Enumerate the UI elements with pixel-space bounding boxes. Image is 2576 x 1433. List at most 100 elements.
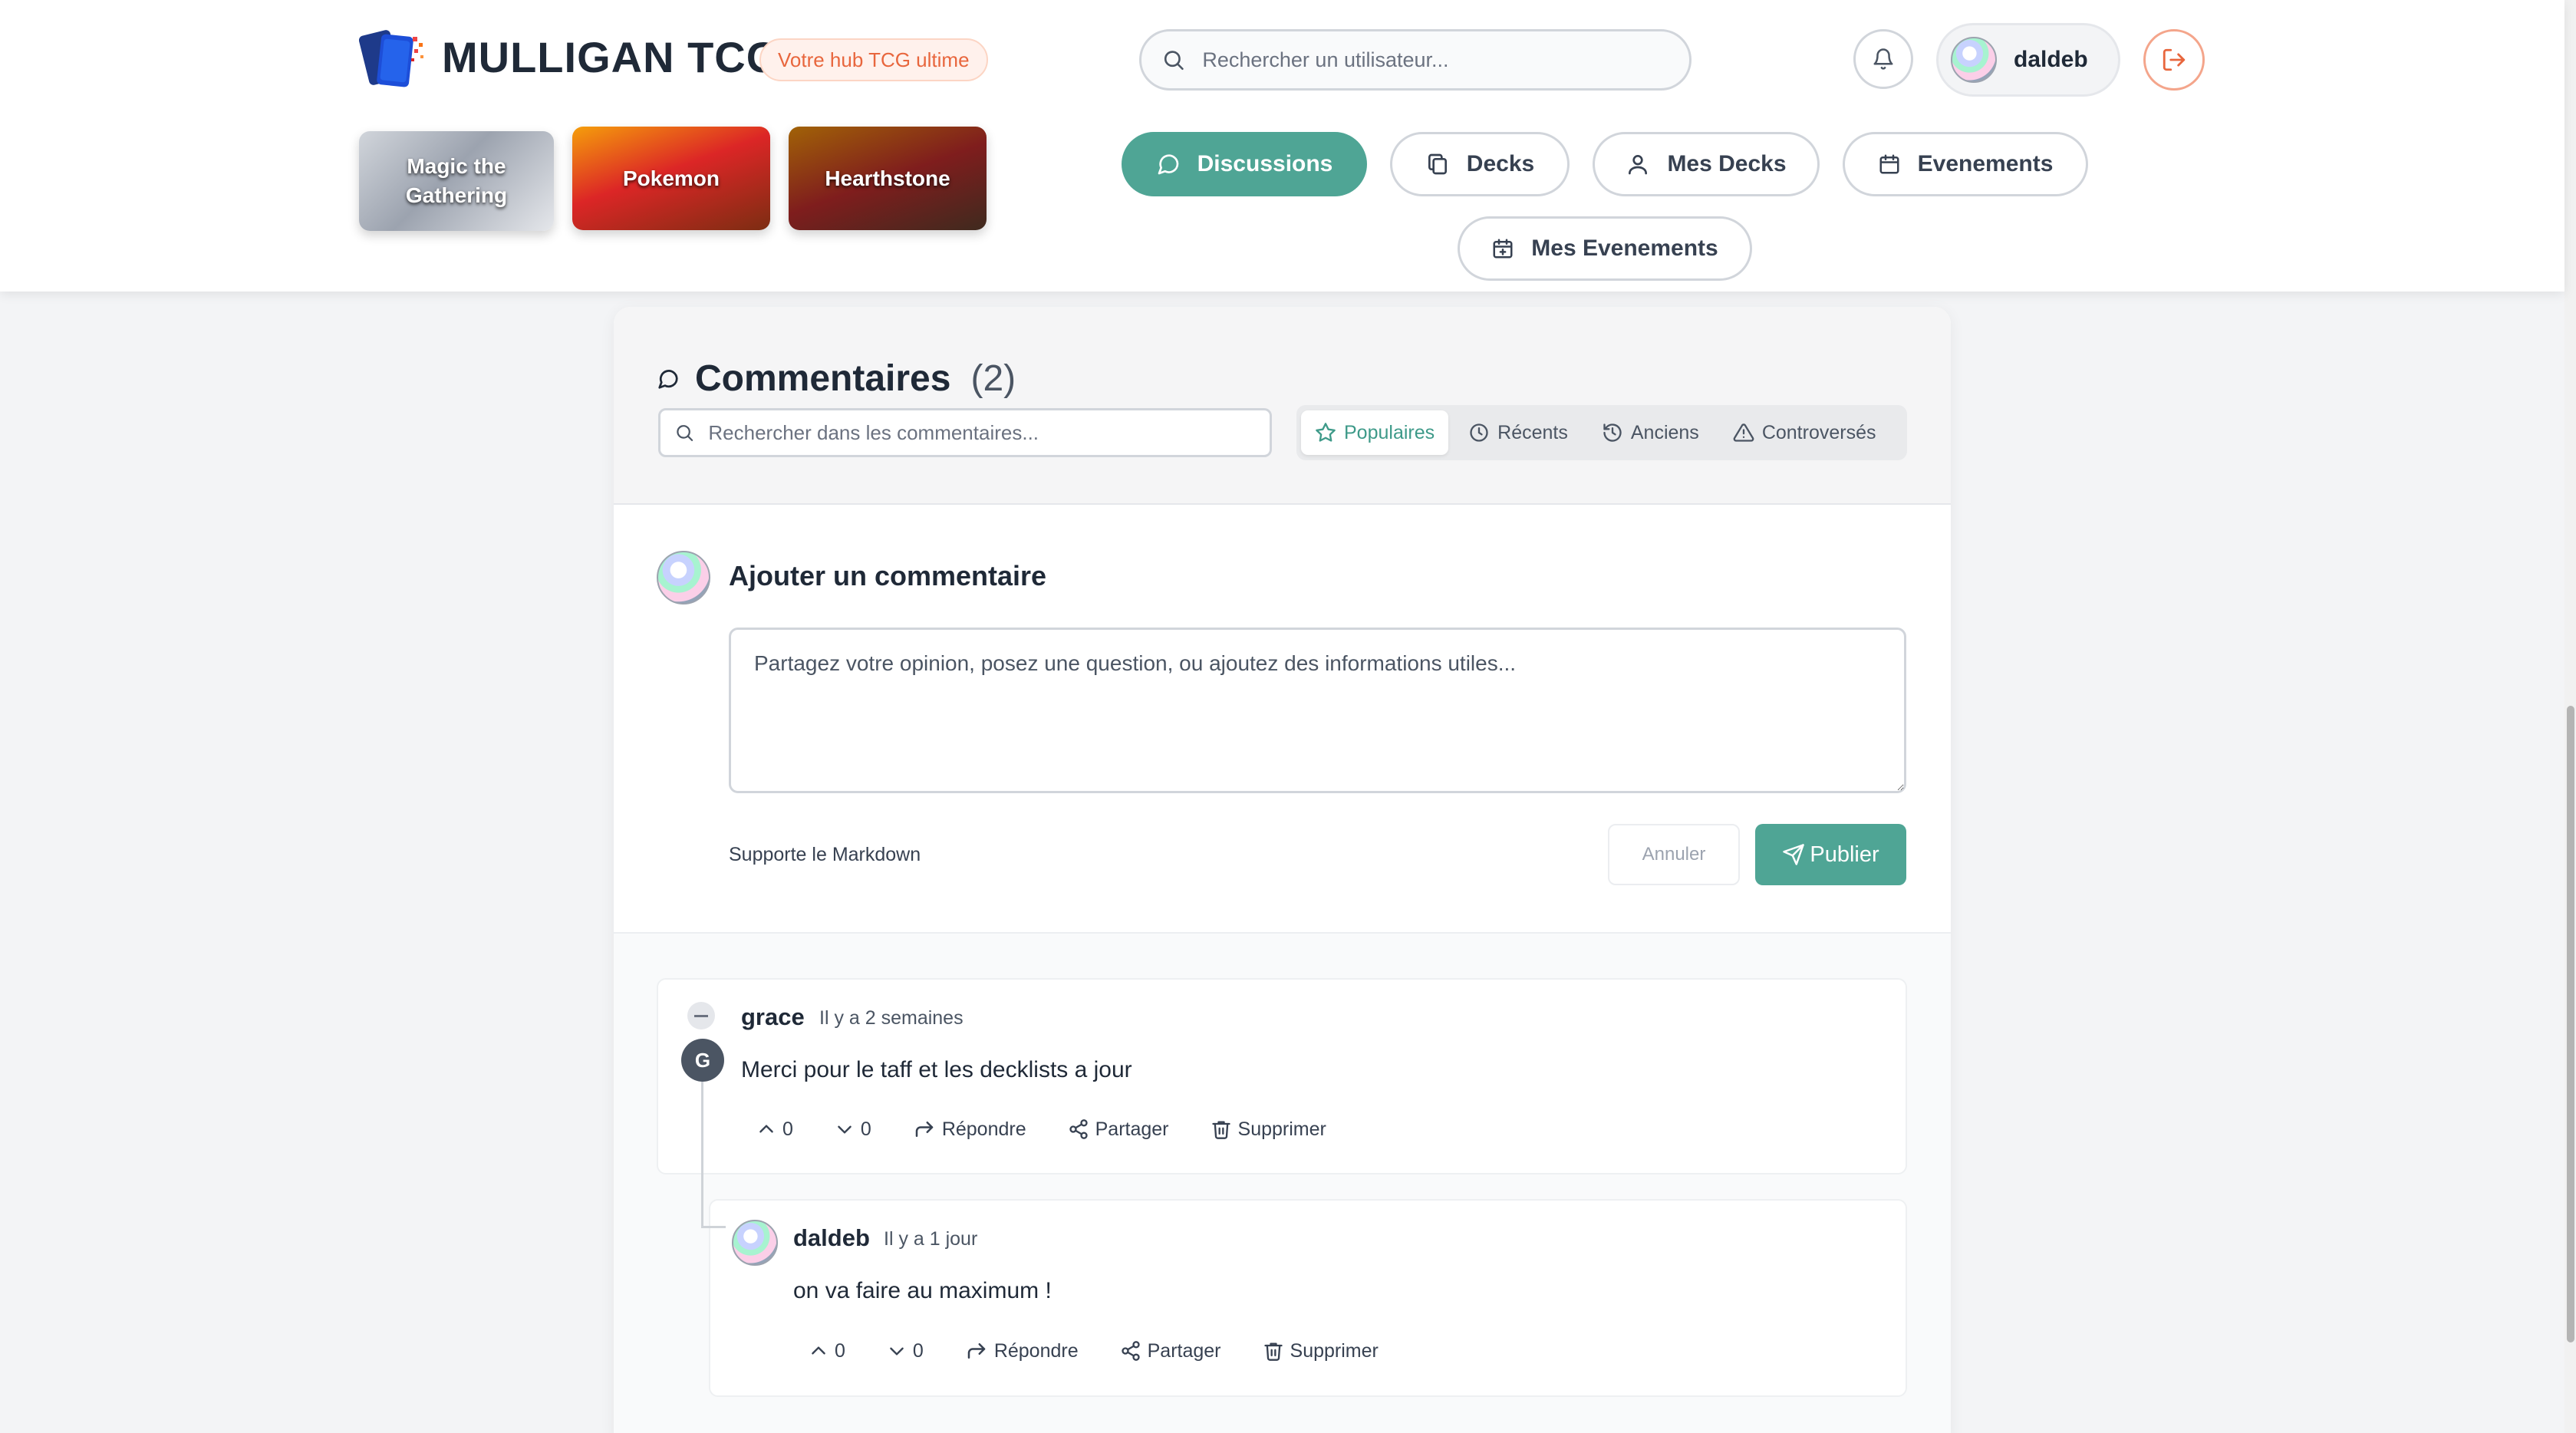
upvote-button[interactable]: 0 xyxy=(809,1340,845,1362)
logout-icon xyxy=(2163,48,2186,71)
user-menu-button[interactable]: daldeb xyxy=(1936,23,2120,97)
downvote-count: 0 xyxy=(912,1339,924,1362)
chevron-up-icon xyxy=(812,1346,825,1355)
comments-title-text: Commentaires xyxy=(695,358,951,399)
user-icon xyxy=(1629,155,1648,175)
logo-cards-icon[interactable] xyxy=(359,25,431,95)
sort-label: Récents xyxy=(1497,421,1568,443)
share-button[interactable]: Partager xyxy=(1120,1340,1221,1362)
delete-label: Supprimer xyxy=(1290,1339,1379,1362)
comment-search-bar[interactable] xyxy=(658,408,1272,457)
comment-author[interactable]: daldeb xyxy=(793,1224,870,1252)
nav-label: Decks xyxy=(1466,151,1535,176)
comments-header: Commentaires (2) Populaires Récents Anci… xyxy=(614,307,1951,505)
user-search-bar[interactable] xyxy=(1139,29,1692,91)
nav-label: Mes Decks xyxy=(1667,151,1787,176)
nav-discussions[interactable]: Discussions xyxy=(1122,132,1367,196)
warning-icon xyxy=(1733,423,1754,442)
share-button[interactable]: Partager xyxy=(1068,1118,1169,1141)
user-name: daldeb xyxy=(2014,47,2088,72)
share-icon xyxy=(1069,1119,1088,1139)
sort-anciens-button[interactable]: Anciens xyxy=(1588,410,1713,455)
comment-search-input[interactable] xyxy=(708,420,1270,445)
delete-button[interactable]: Supprimer xyxy=(1211,1118,1326,1141)
trash-icon xyxy=(1211,1121,1230,1139)
thread-line xyxy=(701,1078,703,1227)
delete-label: Supprimer xyxy=(1237,1118,1326,1140)
publish-label: Publier xyxy=(1810,842,1879,867)
star-icon xyxy=(1316,423,1336,442)
nav-mes-evenements[interactable]: Mes Evenements xyxy=(1458,216,1752,281)
avatar xyxy=(732,1220,778,1266)
sort-label: Anciens xyxy=(1630,421,1699,443)
nav-label: Evenements xyxy=(1917,151,2054,176)
downvote-count: 0 xyxy=(860,1118,871,1140)
share-icon xyxy=(1121,1341,1140,1361)
calendar-plus-icon xyxy=(1493,239,1513,259)
downvote-button[interactable]: 0 xyxy=(835,1118,871,1141)
search-icon xyxy=(1164,51,1184,71)
chat-icon xyxy=(658,369,678,389)
sort-populaires-button[interactable]: Populaires xyxy=(1301,410,1449,455)
sort-label: Populaires xyxy=(1344,421,1435,443)
game-card-label: Pokemon xyxy=(622,166,720,190)
nav-decks[interactable]: Decks xyxy=(1390,132,1570,196)
brand-name[interactable]: MULLIGAN TCG xyxy=(442,32,780,82)
user-search-input[interactable] xyxy=(1202,48,1689,72)
upvote-count: 0 xyxy=(835,1339,845,1362)
scrollbar-thumb[interactable] xyxy=(2567,706,2574,1342)
add-comment-title: Ajouter un commentaire xyxy=(729,560,1047,591)
comment-textarea[interactable] xyxy=(729,628,1906,793)
search-icon xyxy=(677,425,693,441)
cancel-button[interactable]: Annuler xyxy=(1608,824,1740,885)
chevron-down-icon xyxy=(838,1125,852,1134)
notifications-button[interactable] xyxy=(1853,29,1913,89)
comment-body: on va faire au maximum ! xyxy=(793,1278,1052,1303)
sort-controverses-button[interactable]: Controversés xyxy=(1719,410,1890,455)
reply-button[interactable]: Répondre xyxy=(965,1339,1079,1362)
game-card-magic[interactable]: Magic the Gathering xyxy=(359,131,554,231)
comment-actions: 0 0 Répondre Partager Supprimer xyxy=(809,1339,1420,1362)
comments-count: (2) xyxy=(970,358,1016,399)
send-icon xyxy=(1783,844,1805,865)
comment-time: Il y a 1 jour xyxy=(884,1228,978,1250)
comment-body: Merci pour le taff et les decklists a jo… xyxy=(741,1057,1132,1082)
chevron-down-icon xyxy=(890,1347,904,1356)
nav-label: Discussions xyxy=(1197,151,1333,176)
upvote-button[interactable]: 0 xyxy=(756,1118,793,1141)
downvote-button[interactable]: 0 xyxy=(887,1340,924,1362)
comments-title: Commentaires (2) xyxy=(657,357,1016,400)
nav-evenements[interactable]: Evenements xyxy=(1843,132,2088,196)
thread-branch xyxy=(701,1226,726,1228)
tagline-badge: Votre hub TCG ultime xyxy=(759,38,988,81)
comment-author[interactable]: grace xyxy=(741,1003,805,1031)
logout-button[interactable] xyxy=(2143,29,2205,91)
collapse-thread-button[interactable] xyxy=(687,1002,715,1029)
sort-label: Controversés xyxy=(1761,421,1876,443)
clock-icon xyxy=(1470,423,1488,442)
delete-button[interactable]: Supprimer xyxy=(1263,1340,1379,1362)
sort-options: Populaires Récents Anciens Controversés xyxy=(1296,405,1907,460)
publish-button[interactable]: Publier xyxy=(1755,824,1906,885)
reply-icon xyxy=(967,1343,986,1359)
reply-label: Répondre xyxy=(941,1118,1026,1140)
chat-icon xyxy=(1158,154,1178,175)
cards-icon xyxy=(1428,153,1447,175)
avatar xyxy=(1951,37,1997,83)
reply-icon xyxy=(915,1122,934,1137)
game-card-pokemon[interactable]: Pokemon xyxy=(572,127,770,230)
share-label: Partager xyxy=(1095,1118,1169,1140)
top-header: MULLIGAN TCG Votre hub TCG ultime daldeb… xyxy=(0,0,2564,292)
game-card-hearthstone[interactable]: Hearthstone xyxy=(789,127,987,230)
game-card-label: Magic the Gathering xyxy=(405,154,508,207)
reply-button[interactable]: Répondre xyxy=(913,1118,1026,1141)
trash-icon xyxy=(1263,1342,1283,1361)
upvote-count: 0 xyxy=(782,1118,793,1140)
nav-mes-decks[interactable]: Mes Decks xyxy=(1593,132,1820,196)
markdown-note: Supporte le Markdown xyxy=(729,844,921,865)
game-card-label: Hearthstone xyxy=(825,166,950,190)
sort-recents-button[interactable]: Récents xyxy=(1454,410,1582,455)
share-label: Partager xyxy=(1147,1339,1221,1362)
reply-label: Répondre xyxy=(993,1339,1079,1362)
avatar: G xyxy=(681,1039,724,1082)
